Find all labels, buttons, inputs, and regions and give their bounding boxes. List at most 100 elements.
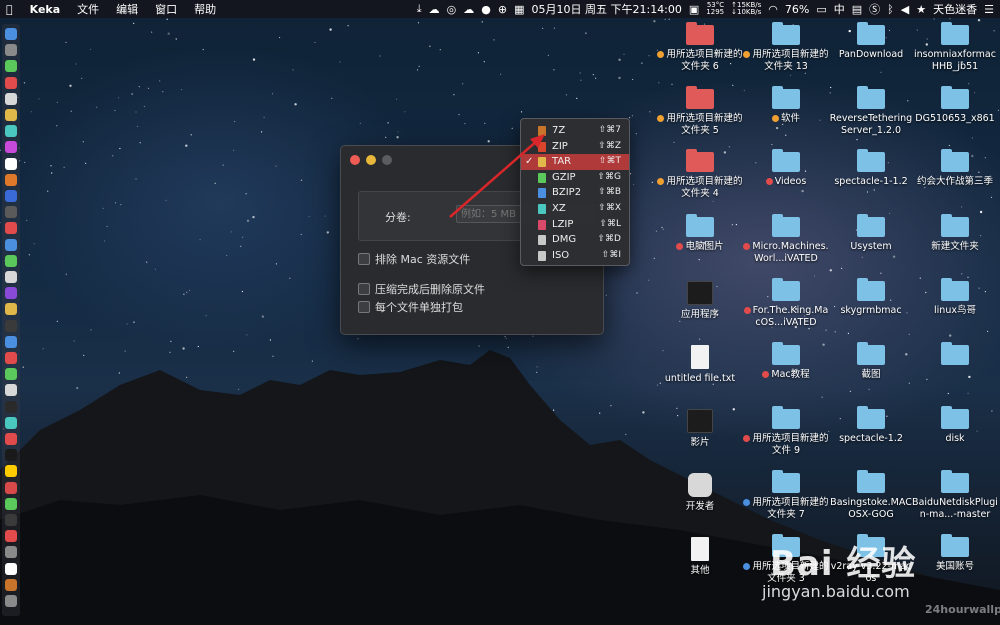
desktop-item[interactable]: 美国账号 [912, 534, 998, 573]
desktop-item[interactable]: Micro.Machines.Worl...iVATED [743, 214, 829, 265]
desktop-item-name: insomniaxformacHHB_jb51 [914, 49, 996, 72]
desktop-item[interactable]: insomniaxformacHHB_jb51 [912, 22, 998, 73]
desktop-item-label: 截图 [828, 369, 914, 381]
desktop-item[interactable]: disk [912, 406, 998, 445]
desktop-item-label: 用所选项目新建的文件夹 7 [743, 497, 829, 521]
desktop-item-name: 新建文件夹 [931, 241, 979, 252]
desktop-item-label: 软件 [743, 113, 829, 125]
desktop-item-label: 新建文件夹 [912, 241, 998, 253]
desktop-item-label: 电脑图片 [657, 241, 743, 253]
desktop-item-name: 开发者 [685, 501, 715, 512]
desktop-item[interactable]: skygrmbmac [828, 278, 914, 317]
desktop-item[interactable]: 约会大作战第三季 [912, 149, 998, 188]
desktop-item-name: 约会大作战第三季 [916, 176, 993, 187]
desktop-item[interactable]: 电脑图片 [657, 214, 743, 253]
desktop-item-label: 约会大作战第三季 [912, 176, 998, 188]
desktop-item[interactable]: DG510653_x861 [912, 86, 998, 125]
folder-icon [857, 86, 885, 109]
tag-dot-icon [676, 243, 684, 250]
folder-icon [772, 214, 800, 237]
folder-icon [857, 342, 885, 365]
folder-icon [941, 22, 969, 45]
desktop-item-name: untitled file.txt [664, 373, 736, 384]
desktop-item-label: Micro.Machines.Worl...iVATED [743, 241, 829, 265]
desktop-item[interactable] [912, 342, 998, 369]
desktop-item[interactable]: 用所选项目新建的文件夹 13 [743, 22, 829, 73]
folder-icon [941, 470, 969, 493]
desktop-item-label: PanDownload [828, 49, 914, 61]
desktop-item[interactable]: 用所选项目新建的文件夹 4 [657, 149, 743, 200]
desktop-item-name: linux鸟哥 [934, 305, 976, 316]
desktop-item[interactable]: Mac教程 [743, 342, 829, 381]
desktop-item-label: disk [912, 433, 998, 445]
desktop-item[interactable]: 影片 [657, 409, 743, 449]
desktop-item-name: Usystem [850, 241, 892, 252]
baidu-url-watermark: jingyan.baidu.com [762, 582, 910, 601]
desktop-item-label: Videos [743, 176, 829, 188]
folder-icon [772, 342, 800, 365]
folder-icon [857, 470, 885, 493]
tag-dot-icon [743, 435, 751, 442]
folder-icon [772, 278, 800, 301]
folder-icon [686, 22, 714, 45]
desktop-item[interactable]: 用所选项目新建的文件夹 6 [657, 22, 743, 73]
folder-icon [772, 86, 800, 109]
desktop-item[interactable]: 软件 [743, 86, 829, 125]
folder-icon [857, 278, 885, 301]
desktop-item-name: For.The.King.MacOS...iVATED [752, 305, 829, 328]
desktop-item-name: PanDownload [838, 49, 904, 60]
desktop-item-label: 应用程序 [657, 309, 743, 321]
desktop-item-name: 截图 [861, 369, 881, 380]
desktop-item-name: 用所选项目新建的文件夹 7 [752, 497, 829, 520]
desktop-item-label: untitled file.txt [657, 373, 743, 385]
desktop-item[interactable]: 应用程序 [657, 281, 743, 321]
desktop-item[interactable]: 截图 [828, 342, 914, 381]
baidu-logo-watermark: Bai 经验 [770, 544, 917, 584]
desktop-item-name: 用所选项目新建的文件夹 13 [752, 49, 829, 72]
folder-icon [772, 406, 800, 429]
desktop-item[interactable]: ReverseTetheringServer_1.2.0 [828, 86, 914, 137]
folder-icon [941, 342, 969, 365]
desktop-item-label: DG510653_x861 [912, 113, 998, 125]
desktop-item[interactable]: 用所选项目新建的文件夹 5 [657, 86, 743, 137]
desktop-item[interactable]: Videos [743, 149, 829, 188]
folder-icon [686, 86, 714, 109]
desktop-item-name: DG510653_x861 [915, 113, 995, 124]
desktop-item-name: 电脑图片 [685, 241, 724, 252]
desktop-item[interactable]: Usystem [828, 214, 914, 253]
tag-dot-icon [657, 115, 665, 122]
desktop-item-label: 用所选项目新建的文件夹 6 [657, 49, 743, 73]
folder-icon [686, 214, 714, 237]
desktop-item-name: Micro.Machines.Worl...iVATED [752, 241, 829, 264]
tag-dot-icon [657, 51, 665, 58]
desktop-item[interactable]: untitled file.txt [657, 345, 743, 385]
desktop-item-name: spectacle-1-1.2 [834, 176, 908, 187]
desktop-item[interactable]: For.The.King.MacOS...iVATED [743, 278, 829, 329]
desktop-item-label: 用所选项目新建的文件夹 13 [743, 49, 829, 73]
tag-dot-icon [657, 178, 665, 185]
desktop-item[interactable]: 其他 [657, 537, 743, 577]
desktop-item[interactable]: spectacle-1.2 [828, 406, 914, 445]
tag-dot-icon [743, 307, 751, 314]
desktop-item[interactable]: Basingstoke.MACOSX-GOG [828, 470, 914, 521]
app-icon [688, 473, 712, 497]
desktop-item[interactable]: 新建文件夹 [912, 214, 998, 253]
desktop-item-label: Basingstoke.MACOSX-GOG [828, 497, 914, 521]
folder-icon [857, 149, 885, 172]
desktop-item[interactable]: PanDownload [828, 22, 914, 61]
desktop-item[interactable]: 用所选项目新建的文件 9 [743, 406, 829, 457]
folder-icon [686, 149, 714, 172]
desktop-item[interactable]: spectacle-1-1.2 [828, 149, 914, 188]
desktop-item-name: skygrmbmac [840, 305, 902, 316]
desktop-item-label: ReverseTetheringServer_1.2.0 [828, 113, 914, 137]
desktop-item-name: 其他 [690, 565, 710, 576]
desktop-item-name: 影片 [690, 437, 710, 448]
desktop-item-label: 用所选项目新建的文件夹 5 [657, 113, 743, 137]
desktop-item-label: insomniaxformacHHB_jb51 [912, 49, 998, 73]
desktop-item-name: 美国账号 [935, 561, 974, 572]
desktop-item[interactable]: linux鸟哥 [912, 278, 998, 317]
desktop-item[interactable]: 用所选项目新建的文件夹 7 [743, 470, 829, 521]
desktop-item[interactable]: BaiduNetdiskPlugin-ma...-master [912, 470, 998, 521]
desktop-item[interactable]: 开发者 [657, 473, 743, 513]
desktop-item-name: Mac教程 [771, 369, 810, 380]
